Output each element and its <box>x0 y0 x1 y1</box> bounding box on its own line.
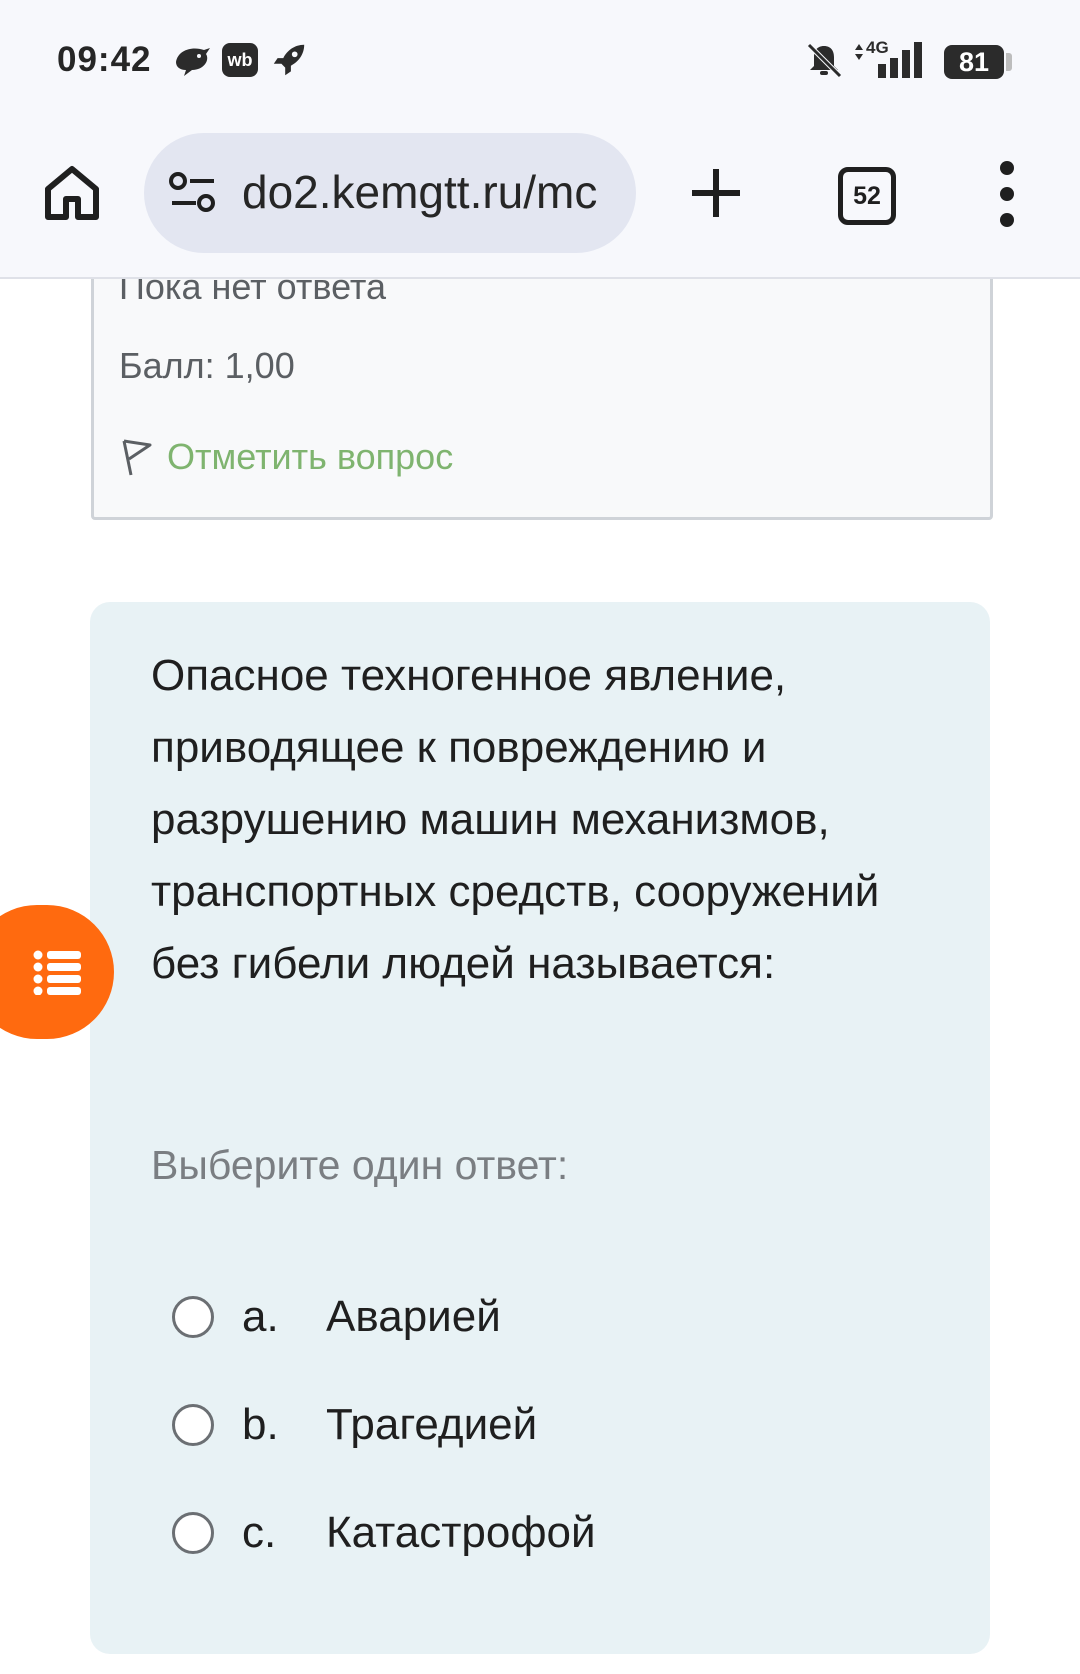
menu-dot <box>1000 187 1014 201</box>
answer-prompt: Выберите один ответ: <box>151 1142 569 1188</box>
battery-tip <box>1006 53 1012 71</box>
radio-button[interactable] <box>172 1296 214 1338</box>
more-menu-icon[interactable] <box>992 161 1022 227</box>
option-letter: a. <box>242 1292 279 1341</box>
option-text: Аварией <box>326 1292 501 1341</box>
bell-muted-icon <box>807 43 842 78</box>
option-letter: b. <box>242 1400 279 1449</box>
flag-icon <box>122 439 152 476</box>
home-icon[interactable] <box>40 161 104 225</box>
url-text[interactable]: do2.kemgtt.ru/mc <box>242 165 622 219</box>
status-bar: 09:42 wb 4G 81 <box>0 0 1080 125</box>
wb-app-icon: wb <box>222 43 258 77</box>
flag-question-label: Отметить вопрос <box>167 436 454 477</box>
battery-level: 81 <box>958 46 990 77</box>
browser-toolbar: do2.kemgtt.ru/mc 52 <box>0 125 1080 279</box>
answer-option-a[interactable]: a. Аварией <box>172 1282 501 1352</box>
option-letter: c. <box>242 1508 277 1557</box>
question-score: Балл: 1,00 <box>119 345 295 386</box>
flag-question-link[interactable]: Отметить вопрос <box>119 436 453 478</box>
status-time: 09:42 <box>57 40 152 79</box>
answer-option-b[interactable]: b. Трагедией <box>172 1390 537 1460</box>
radio-button[interactable] <box>172 1512 214 1554</box>
wb-label: wb <box>227 49 253 70</box>
battery-indicator: 81 <box>944 45 1004 79</box>
option-text: Катастрофой <box>326 1508 596 1557</box>
question-text: Опасное техногенное явление, приводящее … <box>151 651 880 988</box>
tab-count: 52 <box>853 181 881 210</box>
site-settings-icon[interactable] <box>168 171 218 215</box>
address-bar[interactable]: do2.kemgtt.ru/mc <box>144 133 636 253</box>
list-icon <box>33 950 81 995</box>
option-text: Трагедией <box>326 1400 538 1449</box>
question-card: Опасное техногенное явление, приводящее … <box>90 602 990 1654</box>
rocket-icon <box>273 44 305 76</box>
radio-button[interactable] <box>172 1404 214 1446</box>
signal-icon <box>855 42 922 78</box>
new-tab-icon[interactable] <box>688 165 744 221</box>
menu-dot <box>1000 213 1014 227</box>
answer-option-c[interactable]: c. Катастрофой <box>172 1498 596 1568</box>
hedgehog-app-icon <box>176 48 210 76</box>
tab-switcher-button[interactable]: 52 <box>838 167 896 225</box>
menu-dot <box>1000 161 1014 175</box>
